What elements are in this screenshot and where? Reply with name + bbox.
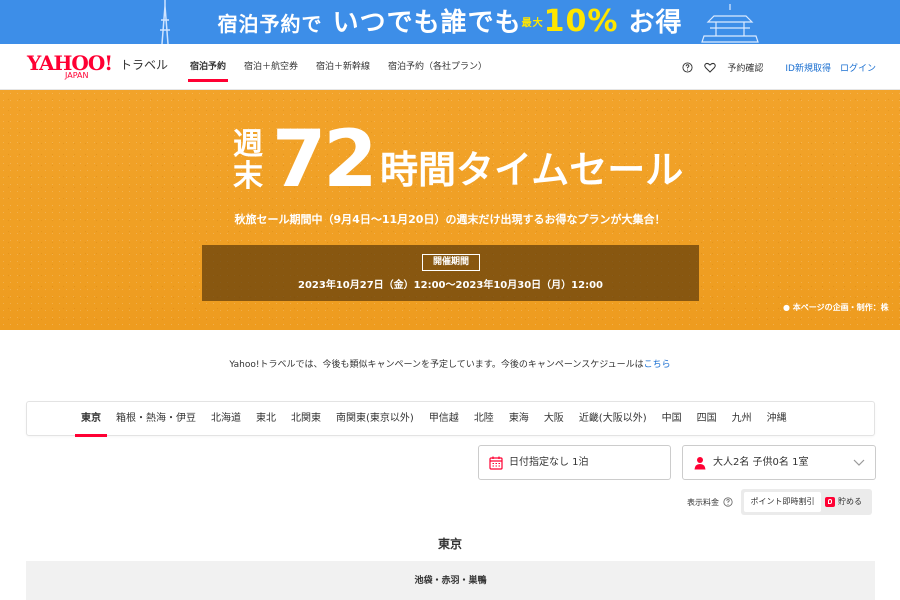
nav-stay-partner[interactable]: 宿泊予約（各社プラン） xyxy=(388,44,487,90)
region-tab[interactable]: 九州 xyxy=(732,402,752,437)
nav-stay[interactable]: 宿泊予約 xyxy=(187,44,229,90)
heart-icon[interactable] xyxy=(703,61,716,74)
promo-text-b: いつでも誰でも xyxy=(332,8,522,38)
person-icon xyxy=(694,457,706,470)
region-tabs: 東京 箱根・熱海・伊豆 北海道 東北 北関東 南関東(東京以外) 甲信越 北陸 東海 大阪 近畿(大… xyxy=(26,401,875,437)
region-tab[interactable]: 大阪 xyxy=(544,402,564,437)
region-tab[interactable]: 東海 xyxy=(509,402,529,437)
price-display-row: 表示料金 ポイント即時割引 貯める xyxy=(687,489,872,515)
notice-text: Yahoo!トラベルでは、今後も類似キャンペーンを予定しています。今後のキャンペ… xyxy=(229,360,644,370)
region-tab[interactable]: 四国 xyxy=(697,402,717,437)
header-actions: 予約確認 ID新規取得 ログイン xyxy=(681,44,876,90)
help-icon[interactable] xyxy=(681,61,694,74)
toggle-save-label: 貯める xyxy=(838,497,862,506)
date-value: 日付指定なし 1泊 xyxy=(509,457,589,468)
hero-title-vertical: 週末 xyxy=(233,127,263,194)
promo-text: 宿泊予約で いつでも誰でも最大10% お得 xyxy=(0,4,900,42)
login-link[interactable]: ログイン xyxy=(840,61,876,74)
chevron-down-icon xyxy=(853,459,865,466)
period-text: 2023年10月27日（金）12:00〜2023年10月30日（月）12:00 xyxy=(298,280,603,291)
campaign-notice: Yahoo!トラベルでは、今後も類似キャンペーンを予定しています。今後のキャンペ… xyxy=(0,357,900,370)
nav-stay-shinkansen[interactable]: 宿泊＋新幹線 xyxy=(316,44,370,90)
region-tab[interactable]: 箱根・熱海・伊豆 xyxy=(116,402,196,437)
region-tab[interactable]: 東北 xyxy=(256,402,276,437)
region-tab[interactable]: 北関東 xyxy=(291,402,321,437)
toggle-save-points[interactable]: 貯める xyxy=(825,492,862,512)
region-tab[interactable]: 東京 xyxy=(75,402,107,437)
main-nav: 宿泊予約 宿泊＋航空券 宿泊＋新幹線 宿泊予約（各社プラン） xyxy=(187,44,505,90)
logo-japan: JAPAN xyxy=(65,71,89,80)
price-label: 表示料金 xyxy=(687,497,719,507)
nav-stay-flight[interactable]: 宿泊＋航空券 xyxy=(244,44,298,90)
paypay-icon xyxy=(825,497,835,507)
guest-selector[interactable]: 大人2名 子供0名 1室 xyxy=(682,445,876,480)
region-tab[interactable]: 北海道 xyxy=(211,402,241,437)
logo-travel: トラベル xyxy=(120,58,169,72)
date-selector[interactable]: 日付指定なし 1泊 xyxy=(478,445,671,480)
price-help-icon[interactable] xyxy=(723,497,733,507)
temple-icon xyxy=(701,4,759,43)
region-list: 東京 箱根・熱海・伊豆 北海道 東北 北関東 南関東(東京以外) 甲信越 北陸 東海 大阪 近畿(大… xyxy=(75,402,787,437)
toggle-point-discount[interactable]: ポイント即時割引 xyxy=(744,492,821,512)
region-tab[interactable]: 沖縄 xyxy=(767,402,787,437)
region-tab[interactable]: 南関東(東京以外) xyxy=(336,402,414,437)
section-title: 東京 xyxy=(437,537,462,551)
schedule-link[interactable]: こちら xyxy=(644,360,671,370)
hero-title-number: 72 xyxy=(272,115,378,205)
period-box: 開催期間 2023年10月27日（金）12:00〜2023年10月30日（月）1… xyxy=(202,245,699,301)
calendar-icon xyxy=(489,456,503,470)
promo-banner[interactable]: 宿泊予約で いつでも誰でも最大10% お得 xyxy=(0,0,900,44)
hero-title: 週末 72 時間タイムセール xyxy=(230,115,690,205)
promo-percent: 10% xyxy=(543,4,619,39)
price-toggle: ポイント即時割引 貯める xyxy=(741,489,872,515)
guest-value: 大人2名 子供0名 1室 xyxy=(713,457,809,468)
region-tab[interactable]: 北陸 xyxy=(474,402,494,437)
region-tab[interactable]: 甲信越 xyxy=(429,402,459,437)
region-tab[interactable]: 中国 xyxy=(662,402,682,437)
area-title: 池袋・赤羽・巣鴨 xyxy=(414,576,487,586)
site-header: YAHOO! JAPAN トラベル 宿泊予約 宿泊＋航空券 宿泊＋新幹線 宿泊予… xyxy=(0,44,900,90)
area-header[interactable]: 池袋・赤羽・巣鴨 xyxy=(26,561,875,600)
hero-note: ● 本ページの企画・制作：株 xyxy=(783,303,889,312)
yahoo-travel-logo[interactable]: YAHOO! JAPAN トラベル xyxy=(27,52,177,82)
region-tab[interactable]: 近畿(大阪以外) xyxy=(579,402,647,437)
promo-max: 最大 xyxy=(521,18,544,29)
hero-subtitle: 秋旅セール期間中（9月4日〜11月20日）の週末だけ出現するお得なプランが大集合… xyxy=(234,213,666,226)
period-label: 開催期間 xyxy=(422,254,480,271)
hero-title-main: 時間タイムセール xyxy=(380,148,684,192)
promo-text-c: お得 xyxy=(628,8,683,38)
promo-text-a: 宿泊予約で xyxy=(217,12,323,36)
reservation-check-link[interactable]: 予約確認 xyxy=(727,61,763,74)
hero-banner: 週末 72 時間タイムセール 秋旅セール期間中（9月4日〜11月20日）の週末だ… xyxy=(0,90,900,330)
register-link[interactable]: ID新規取得 xyxy=(785,61,831,74)
